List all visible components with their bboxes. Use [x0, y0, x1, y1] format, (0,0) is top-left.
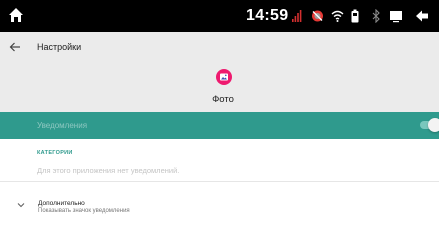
- switch-thumb: [428, 118, 439, 132]
- signal-bars-icon: [292, 10, 302, 22]
- status-bar: 14:59: [0, 0, 439, 32]
- wifi-icon: [331, 10, 344, 22]
- battery-icon: [351, 9, 359, 23]
- notifications-switch[interactable]: [420, 118, 439, 132]
- page-title: Настройки: [37, 42, 82, 52]
- back-icon[interactable]: [415, 9, 429, 23]
- arrow-back-icon[interactable]: [9, 41, 21, 53]
- screen-icon: [390, 11, 402, 23]
- notifications-toggle-row[interactable]: Уведомления: [0, 112, 439, 139]
- app-bar: Настройки Фото: [0, 32, 439, 112]
- categories-empty-text: Для этого приложения нет уведомлений.: [37, 166, 180, 175]
- home-icon[interactable]: [8, 7, 24, 23]
- chevron-down-icon: [17, 203, 25, 208]
- status-time: 14:59: [246, 7, 289, 24]
- notifications-label: Уведомления: [37, 121, 88, 130]
- photos-icon: [216, 69, 232, 85]
- bluetooth-icon: [372, 9, 380, 23]
- notification-muted-icon: [312, 10, 323, 22]
- app-name: Фото: [212, 94, 234, 105]
- categories-header: КАТЕГОРИИ: [37, 150, 73, 156]
- screen: 14:59 Настройки Фото Уведомления КАТЕГОР…: [0, 0, 439, 248]
- advanced-row[interactable]: Дополнительно Показывать значок уведомле…: [0, 182, 439, 248]
- advanced-summary: Показывать значок уведомления: [38, 208, 130, 214]
